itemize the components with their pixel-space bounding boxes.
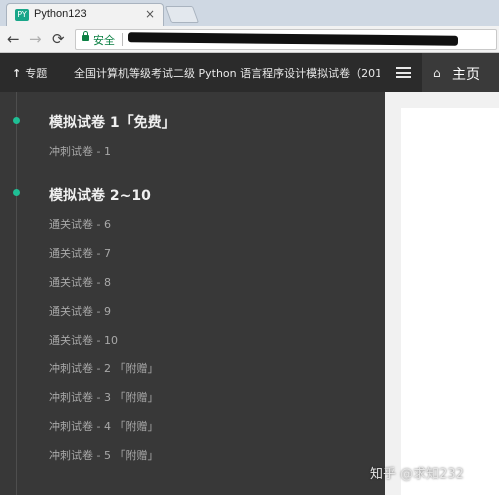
watermark: 知乎 @求知232	[370, 467, 464, 482]
address-bar-row: ← → ⟳ 安全	[0, 26, 499, 53]
topic-label: 专题	[25, 67, 48, 80]
reload-icon[interactable]: ⟳	[52, 30, 65, 48]
home-icon: ⌂	[433, 66, 441, 80]
redacted-url	[127, 32, 459, 46]
home-label: 主页	[452, 67, 480, 83]
browser-tab-strip: PY Python123 ×	[0, 0, 499, 27]
sidebar-item[interactable]: 通关试卷 - 8	[49, 274, 111, 290]
content-panel	[401, 108, 499, 495]
hamburger-menu-icon[interactable]	[396, 67, 411, 78]
home-button[interactable]: ⌂ 主页	[422, 53, 499, 92]
section-title: 模拟试卷 1「免费」	[49, 115, 176, 131]
sidebar: 模拟试卷 1「免费」 冲刺试卷 - 1 模拟试卷 2~10 通关试卷 - 6 通…	[0, 92, 385, 495]
sidebar-item[interactable]: 通关试卷 - 9	[49, 303, 111, 319]
sidebar-item[interactable]: 通关试卷 - 7	[49, 245, 111, 261]
lock-icon	[82, 31, 89, 41]
new-tab-button[interactable]	[164, 6, 200, 23]
sidebar-item[interactable]: 冲刺试卷 - 5 「附赠」	[49, 447, 158, 463]
main-content	[385, 92, 499, 495]
browser-tab[interactable]: PY Python123 ×	[6, 3, 164, 27]
timeline-dot	[13, 189, 20, 196]
site-header: ↑ 专题 全国计算机等级考试二级 Python 语言程序设计模拟试卷（2018 .…	[0, 53, 499, 92]
timeline-dot	[13, 117, 20, 124]
python123-favicon-icon: PY	[15, 9, 29, 21]
section-title: 模拟试卷 2~10	[49, 188, 151, 204]
upload-arrow-icon: ↑	[12, 67, 22, 80]
url-input[interactable]: 安全	[75, 29, 497, 50]
sidebar-item[interactable]: 通关试卷 - 10	[49, 332, 118, 348]
sidebar-item[interactable]: 通关试卷 - 6	[49, 216, 111, 232]
sidebar-item[interactable]: 冲刺试卷 - 4 「附赠」	[49, 418, 158, 434]
sidebar-item[interactable]: 冲刺试卷 - 1	[49, 143, 111, 159]
secure-label: 安全	[93, 34, 115, 47]
tab-title: Python123	[34, 8, 87, 20]
topic-link[interactable]: ↑ 专题	[12, 65, 47, 81]
timeline-line	[16, 92, 17, 495]
omnibox-divider	[122, 33, 123, 46]
back-icon[interactable]: ←	[7, 30, 20, 48]
forward-icon[interactable]: →	[29, 30, 42, 48]
close-icon[interactable]: ×	[145, 7, 155, 21]
sidebar-item[interactable]: 冲刺试卷 - 2 「附赠」	[49, 360, 158, 376]
sidebar-item[interactable]: 冲刺试卷 - 3 「附赠」	[49, 389, 158, 405]
document-title: 全国计算机等级考试二级 Python 语言程序设计模拟试卷（2018 ...	[74, 67, 380, 80]
